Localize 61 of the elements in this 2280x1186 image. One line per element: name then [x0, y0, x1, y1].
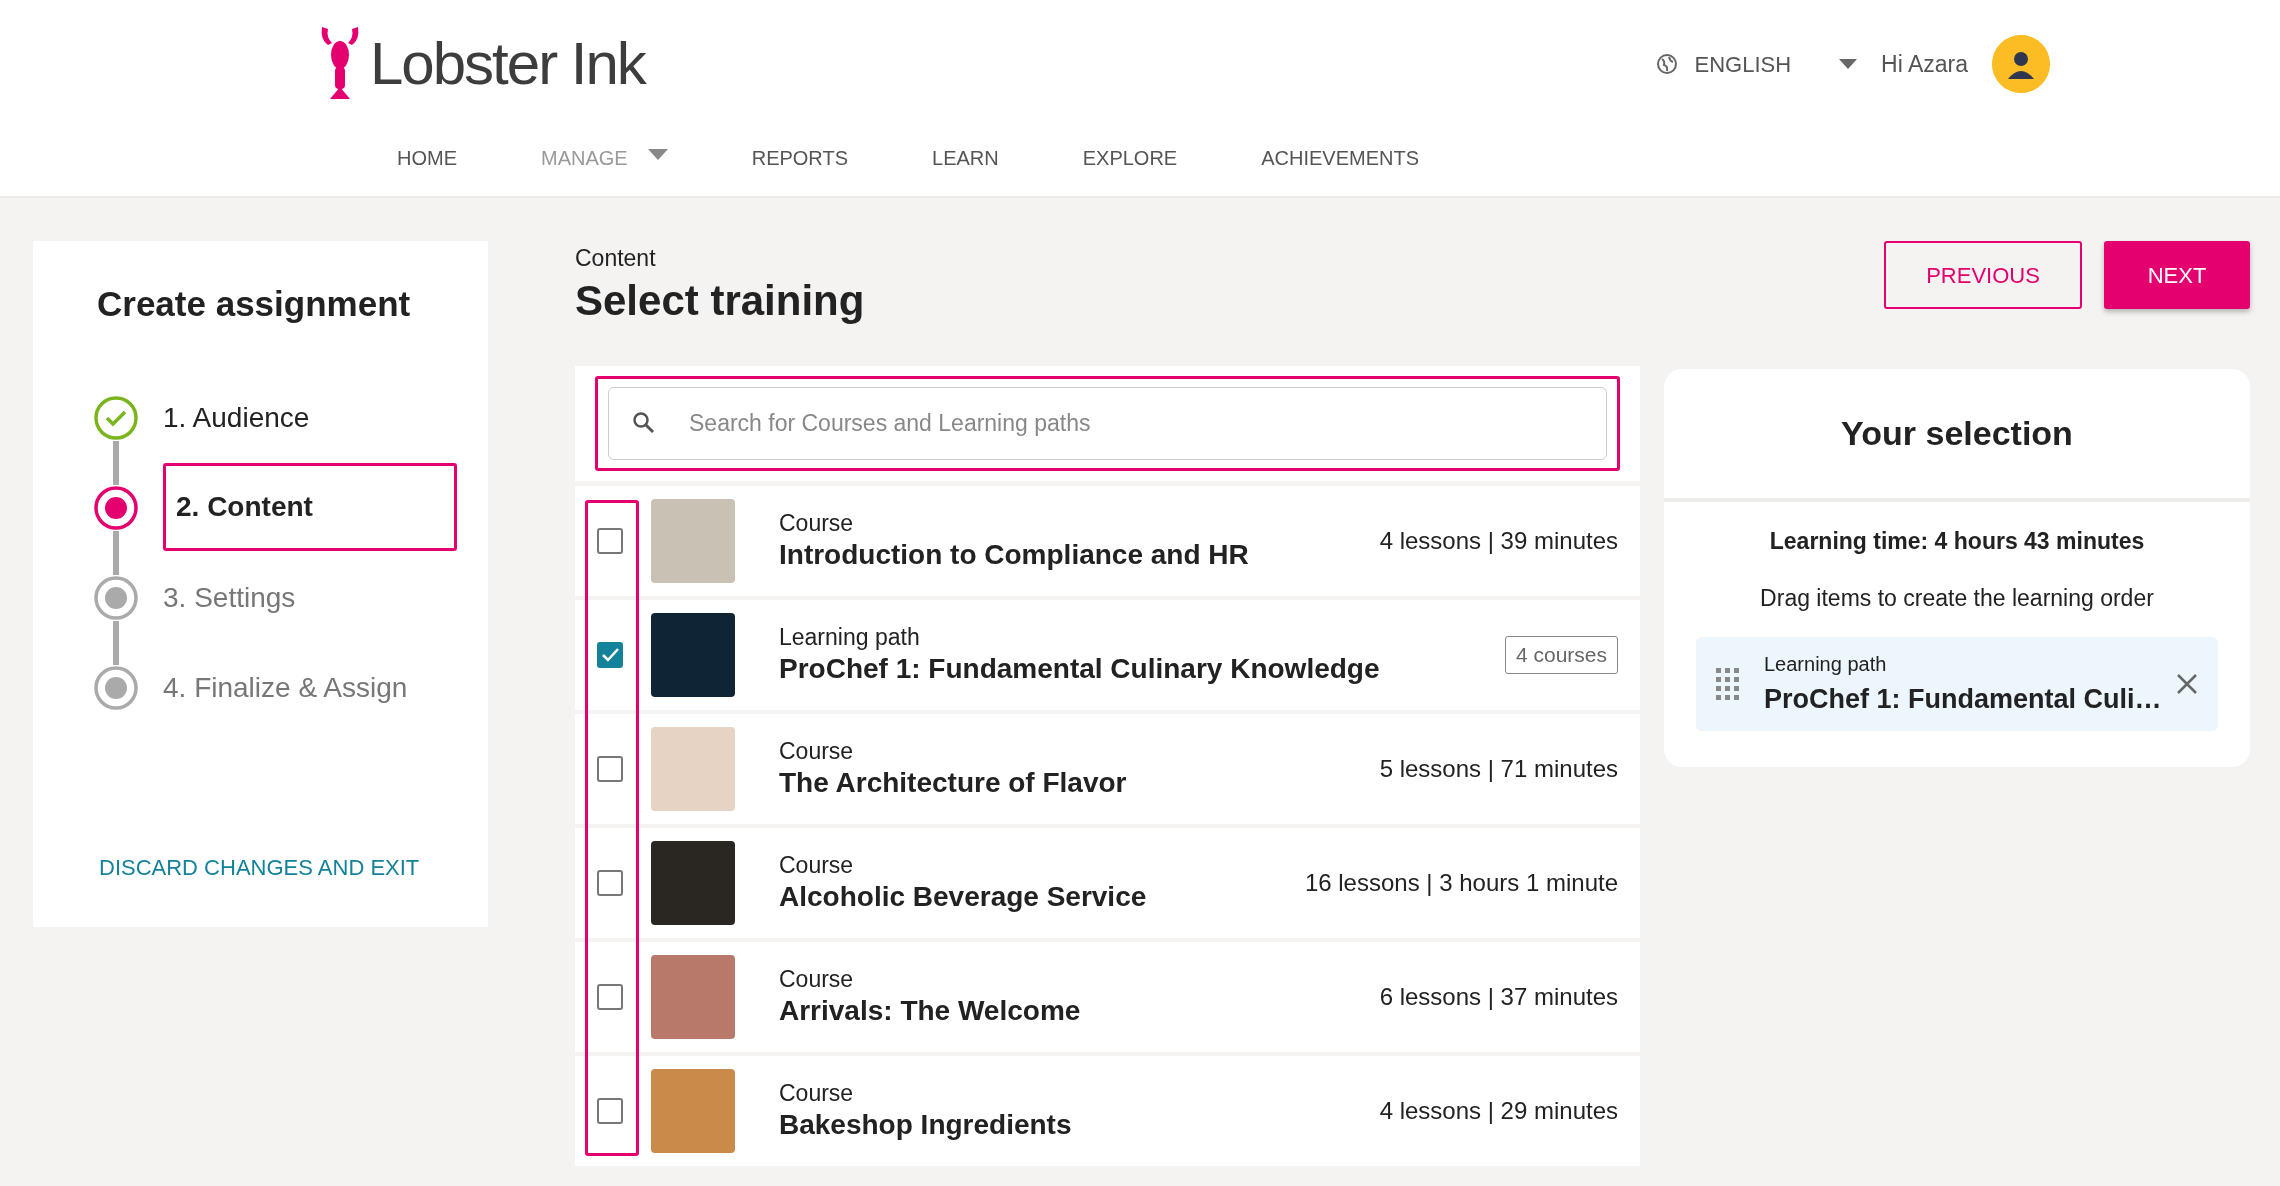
- item-title: Arrivals: The Welcome: [779, 994, 1081, 1029]
- next-button[interactable]: NEXT: [2104, 241, 2250, 309]
- item-title: ProChef 1: Fundamental Culinary Knowledge: [779, 652, 1380, 687]
- item-duration: 4 lessons | 39 minutes: [1379, 525, 1618, 556]
- checkbox[interactable]: [597, 641, 623, 668]
- item-type: Course: [779, 965, 855, 994]
- nav-link[interactable]: EXPLORE: [1082, 143, 1178, 173]
- avatar-icon[interactable]: [1992, 35, 2050, 93]
- step-label[interactable]: 2. Content: [176, 486, 313, 528]
- step-label[interactable]: 3. Settings: [163, 577, 296, 619]
- item-title: Alcoholic Beverage Service: [779, 880, 1147, 915]
- page-title: Select training: [575, 275, 866, 326]
- step-label[interactable]: 4. Finalize & Assign: [163, 667, 408, 709]
- nav-link[interactable]: ACHIEVEMENTS: [1261, 143, 1419, 173]
- list-row[interactable]: Course Introduction to Compliance and HR 4 lessons | 39 minutes: [575, 485, 1640, 596]
- list-row[interactable]: Course Alcoholic Beverage Service 16 lessons | 3 hours 1 minute: [575, 827, 1640, 938]
- caret-icon[interactable]: [647, 148, 668, 160]
- language-label[interactable]: ENGLISH: [1694, 47, 1792, 81]
- logo-text: Lobster Ink: [370, 34, 645, 94]
- close-button[interactable]: [2176, 673, 2198, 695]
- learning-time: Learning time: 4 hours 43 minutes: [1768, 527, 2146, 556]
- panel-title: Create assignment: [97, 283, 412, 325]
- nav-link[interactable]: REPORTS: [751, 143, 848, 173]
- checkbox[interactable]: [597, 527, 623, 554]
- checkbox[interactable]: [597, 869, 623, 896]
- item-type: Learning path: [779, 623, 921, 652]
- item-duration: 6 lessons | 37 minutes: [1379, 981, 1618, 1012]
- checkbox[interactable]: [597, 983, 623, 1010]
- previous-button[interactable]: PREVIOUS: [1884, 241, 2082, 309]
- user-greeting: Hi Azara: [1881, 49, 1968, 79]
- list-row[interactable]: Course Arrivals: The Welcome 6 lessons | 37 minutes: [575, 941, 1640, 1052]
- item-duration: 4 lessons | 29 minutes: [1379, 1095, 1618, 1126]
- list-row[interactable]: Learning path ProChef 1: Fundamental Culinary Knowledge 4 courses: [575, 599, 1640, 710]
- caret-icon[interactable]: [1839, 59, 1858, 69]
- discard-link[interactable]: DISCARD CHANGES AND EXIT: [99, 851, 420, 884]
- count-badge: 4 courses: [1504, 636, 1618, 674]
- checkbox[interactable]: [597, 1097, 623, 1124]
- list-row[interactable]: Course Bakeshop Ingredients 4 lessons | 29 minutes: [575, 1055, 1640, 1166]
- checkbox[interactable]: [597, 755, 623, 782]
- panel-title: Your selection: [1841, 413, 2073, 454]
- item-title: ProChef 1: Fundamental Culi…: [1764, 682, 2162, 716]
- item-duration: 16 lessons | 3 hours 1 minute: [1304, 867, 1618, 898]
- item-type: Course: [779, 509, 855, 538]
- nav-link[interactable]: HOME: [397, 143, 457, 173]
- item-type: Course: [779, 1079, 855, 1108]
- selected-item-card[interactable]: Learning path ProChef 1: Fundamental Culi…: [1696, 637, 2218, 731]
- item-title: Introduction to Compliance and HR: [779, 538, 1249, 573]
- item-type: Course: [779, 737, 855, 766]
- globe-icon: [1656, 53, 1679, 75]
- page-eyebrow: Content: [575, 244, 657, 273]
- search-field[interactable]: Search for Courses and Learning paths: [608, 386, 1607, 460]
- nav-link[interactable]: LEARN: [932, 143, 999, 173]
- drag-handle-icon[interactable]: [1716, 668, 1740, 700]
- item-title: Bakeshop Ingredients: [779, 1108, 1072, 1143]
- step-label[interactable]: 1. Audience: [163, 397, 310, 439]
- item-duration: 5 lessons | 71 minutes: [1379, 753, 1618, 784]
- list-row[interactable]: Course The Architecture of Flavor 5 lessons | 71 minutes: [575, 713, 1640, 824]
- item-type: Learning path: [1764, 651, 1888, 677]
- item-type: Course: [779, 851, 855, 880]
- item-title: The Architecture of Flavor: [779, 766, 1127, 801]
- instruction-text: Drag items to create the learning order: [1759, 583, 2155, 613]
